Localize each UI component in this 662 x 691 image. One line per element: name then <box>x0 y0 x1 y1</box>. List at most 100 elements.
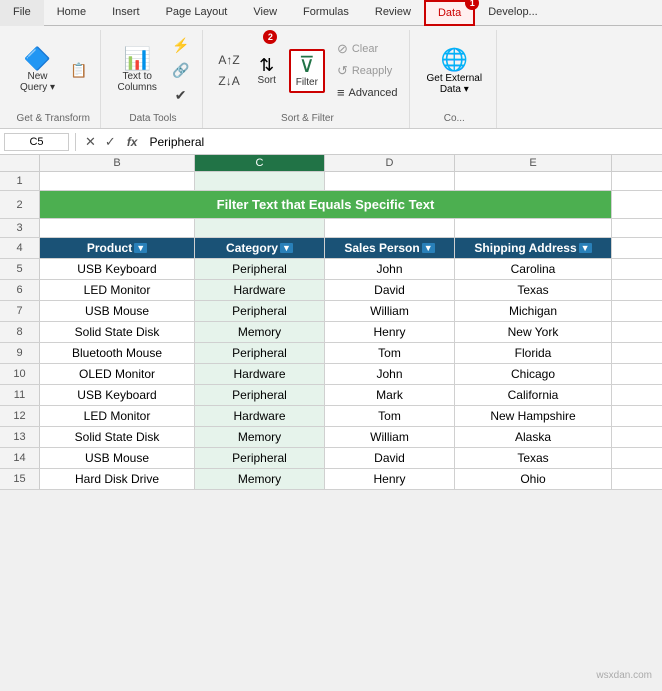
reapply-button[interactable]: ↺ Reapply <box>333 61 402 81</box>
cell-e3[interactable] <box>455 219 612 237</box>
tab-view[interactable]: View <box>240 0 290 26</box>
new-query-button[interactable]: 🔷 NewQuery ▾ <box>14 44 61 97</box>
tab-home[interactable]: Home <box>44 0 99 26</box>
sort-za-button[interactable]: Z↓A <box>213 71 244 91</box>
category-filter-dropdown[interactable]: ▼ <box>280 243 293 253</box>
cell-category-11[interactable]: Peripheral <box>195 385 325 405</box>
cell-product-12[interactable]: LED Monitor <box>40 406 195 426</box>
cell-shipping-13[interactable]: Alaska <box>455 427 612 447</box>
col-header-c[interactable]: C <box>195 155 325 171</box>
cell-category-5[interactable]: Peripheral <box>195 259 325 279</box>
cell-product-8[interactable]: Solid State Disk <box>40 322 195 342</box>
advanced-button[interactable]: ≡ Advanced <box>333 83 402 102</box>
cell-product-11[interactable]: USB Keyboard <box>40 385 195 405</box>
cell-shipping-14[interactable]: Texas <box>455 448 612 468</box>
cell-shipping-10[interactable]: Chicago <box>455 364 612 384</box>
clear-button[interactable]: ⊘ Clear <box>333 39 402 59</box>
header-category[interactable]: Category ▼ <box>195 238 325 258</box>
cell-category-7[interactable]: Peripheral <box>195 301 325 321</box>
title-cell[interactable]: Filter Text that Equals Specific Text <box>40 191 612 218</box>
cell-shipping-5[interactable]: Carolina <box>455 259 612 279</box>
cell-category-10[interactable]: Hardware <box>195 364 325 384</box>
cell-category-12[interactable]: Hardware <box>195 406 325 426</box>
tab-page-layout[interactable]: Page Layout <box>153 0 241 26</box>
cell-shipping-6[interactable]: Texas <box>455 280 612 300</box>
cell-c1[interactable] <box>195 172 325 190</box>
cell-salesperson-11[interactable]: Mark <box>325 385 455 405</box>
remove-duplicates-button[interactable]: 🔗 <box>167 59 194 82</box>
col-header-b[interactable]: B <box>40 155 195 171</box>
formula-action-buttons: ✕ ✓ <box>82 133 119 151</box>
cell-shipping-9[interactable]: Florida <box>455 343 612 363</box>
cell-category-15[interactable]: Memory <box>195 469 325 489</box>
cell-salesperson-13[interactable]: William <box>325 427 455 447</box>
cell-product-13[interactable]: Solid State Disk <box>40 427 195 447</box>
cell-salesperson-6[interactable]: David <box>325 280 455 300</box>
flash-fill-button[interactable]: ⚡ <box>167 34 194 57</box>
data-validation-button[interactable]: ✔ <box>167 84 194 107</box>
cell-shipping-11[interactable]: California <box>455 385 612 405</box>
cell-c3[interactable] <box>195 219 325 237</box>
cell-shipping-15[interactable]: Ohio <box>455 469 612 489</box>
row-14: 14 USB Mouse Peripheral David Texas <box>0 448 662 469</box>
show-queries-button[interactable]: 📋 <box>65 59 92 82</box>
cell-category-6[interactable]: Hardware <box>195 280 325 300</box>
row-9: 9 Bluetooth Mouse Peripheral Tom Florida <box>0 343 662 364</box>
sort-button[interactable]: ⇅ Sort <box>249 52 285 90</box>
cell-d1[interactable] <box>325 172 455 190</box>
cell-b1[interactable] <box>40 172 195 190</box>
header-shipping[interactable]: Shipping Address ▼ <box>455 238 612 258</box>
shipping-filter-dropdown[interactable]: ▼ <box>579 243 592 253</box>
cell-product-14[interactable]: USB Mouse <box>40 448 195 468</box>
col-header-d[interactable]: D <box>325 155 455 171</box>
ribbon-tab-bar: File Home Insert Page Layout View Formul… <box>0 0 662 26</box>
cell-product-15[interactable]: Hard Disk Drive <box>40 469 195 489</box>
header-product[interactable]: Product ▼ <box>40 238 195 258</box>
cell-salesperson-12[interactable]: Tom <box>325 406 455 426</box>
cell-salesperson-15[interactable]: Henry <box>325 469 455 489</box>
filter-button[interactable]: ⊽ Filter <box>289 49 325 93</box>
formula-input[interactable] <box>145 133 658 151</box>
tab-data[interactable]: Data 1 <box>424 0 475 26</box>
col-header-e[interactable]: E <box>455 155 612 171</box>
cell-product-10[interactable]: OLED Monitor <box>40 364 195 384</box>
tab-review[interactable]: Review <box>362 0 424 26</box>
sales-filter-dropdown[interactable]: ▼ <box>422 243 435 253</box>
cell-shipping-7[interactable]: Michigan <box>455 301 612 321</box>
title-text: Filter Text that Equals Specific Text <box>217 197 435 212</box>
cell-product-7[interactable]: USB Mouse <box>40 301 195 321</box>
sort-az-button[interactable]: A↑Z <box>213 50 244 70</box>
cell-salesperson-14[interactable]: David <box>325 448 455 468</box>
cell-category-14[interactable]: Peripheral <box>195 448 325 468</box>
data-val-icon: ✔ <box>175 87 187 104</box>
cell-category-9[interactable]: Peripheral <box>195 343 325 363</box>
cell-reference[interactable] <box>4 133 69 151</box>
cell-category-13[interactable]: Memory <box>195 427 325 447</box>
get-external-data-button[interactable]: 🌐 Get ExternalData ▾ <box>420 43 488 99</box>
sort-label: Sort <box>258 75 276 86</box>
tab-develop[interactable]: Develop... <box>475 0 551 26</box>
cell-e1[interactable] <box>455 172 612 190</box>
formula-cancel-button[interactable]: ✕ <box>82 133 99 151</box>
cell-salesperson-5[interactable]: John <box>325 259 455 279</box>
cell-salesperson-7[interactable]: William <box>325 301 455 321</box>
cell-d3[interactable] <box>325 219 455 237</box>
header-sales-person[interactable]: Sales Person ▼ <box>325 238 455 258</box>
formula-confirm-button[interactable]: ✓ <box>102 133 119 151</box>
cell-product-9[interactable]: Bluetooth Mouse <box>40 343 195 363</box>
tab-insert[interactable]: Insert <box>99 0 153 26</box>
tab-file[interactable]: File <box>0 0 44 26</box>
cell-product-6[interactable]: LED Monitor <box>40 280 195 300</box>
cell-shipping-12[interactable]: New Hampshire <box>455 406 612 426</box>
cell-b3[interactable] <box>40 219 195 237</box>
cell-salesperson-8[interactable]: Henry <box>325 322 455 342</box>
text-to-columns-button[interactable]: 📊 Text toColumns <box>111 44 162 97</box>
cell-category-8[interactable]: Memory <box>195 322 325 342</box>
cell-shipping-8[interactable]: New York <box>455 322 612 342</box>
cell-salesperson-9[interactable]: Tom <box>325 343 455 363</box>
flash-fill-icon: ⚡ <box>172 37 189 54</box>
cell-product-5[interactable]: USB Keyboard <box>40 259 195 279</box>
tab-formulas[interactable]: Formulas <box>290 0 362 26</box>
cell-salesperson-10[interactable]: John <box>325 364 455 384</box>
product-filter-dropdown[interactable]: ▼ <box>134 243 147 253</box>
